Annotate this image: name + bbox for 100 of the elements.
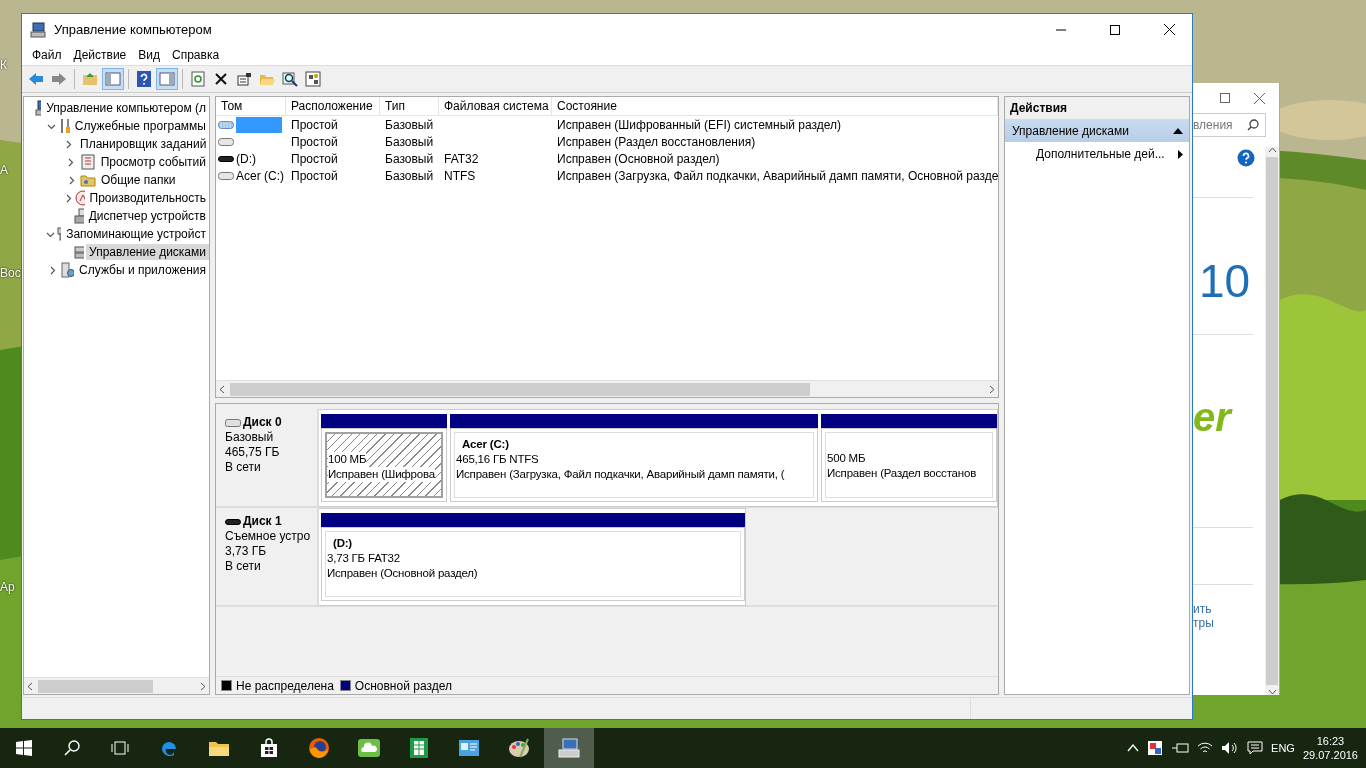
disk-status: В сети xyxy=(225,559,262,574)
tree-item[interactable]: Управление компьютером (л xyxy=(43,100,209,116)
close-icon[interactable] xyxy=(1254,92,1265,104)
drive-icon xyxy=(218,170,234,181)
windows-version-text: 10 xyxy=(1199,258,1252,304)
partition[interactable]: Acer (C:) 465,16 ГБ NTFS Исправен (Загрузка, Файл подкачки, Аварийный дамп памяти, ( xyxy=(454,432,814,498)
firefox-icon xyxy=(308,737,330,759)
magnifier-icon xyxy=(282,71,298,87)
open-folder-icon xyxy=(259,72,275,86)
selection-highlight[interactable] xyxy=(236,116,282,133)
menu-item[interactable]: Справка xyxy=(166,45,226,65)
collapsed-chevron-icon[interactable] xyxy=(64,139,73,149)
chevron-up-icon[interactable] xyxy=(1127,744,1140,752)
partition-status: Исправен (Шифрова xyxy=(328,467,435,482)
tree-item[interactable]: Служебные программы xyxy=(71,118,209,134)
settings-icon xyxy=(305,71,321,87)
scroll-up-icon[interactable] xyxy=(1267,147,1277,153)
toolbar-button[interactable] xyxy=(302,68,324,90)
maximize-icon[interactable] xyxy=(1220,93,1230,103)
table-cell[interactable]: Acer (C:) xyxy=(236,167,284,184)
disk-status: В сети xyxy=(225,460,262,475)
tree-item[interactable]: Управление дисками xyxy=(86,244,209,260)
pane-title: Действия xyxy=(1005,97,1189,119)
striped-drive-icon xyxy=(218,119,234,130)
notification-icon[interactable] xyxy=(1247,741,1264,755)
tree-item[interactable]: Общие папки xyxy=(98,172,179,188)
table-cell-text: NTFS xyxy=(443,168,477,183)
device-manager-icon xyxy=(74,208,84,224)
event-log-icon xyxy=(79,154,96,170)
search-field[interactable]: вления xyxy=(1193,113,1266,137)
help-icon xyxy=(137,71,151,87)
partition-status: Исправен (Раздел восстанов xyxy=(827,466,977,481)
paint-palette-icon xyxy=(508,737,530,759)
scrollbar[interactable] xyxy=(24,677,209,694)
help-icon[interactable] xyxy=(1237,149,1255,167)
folder-icon xyxy=(208,739,230,757)
back-arrow-icon xyxy=(28,72,44,86)
tree-item[interactable]: Диспетчер устройств xyxy=(85,208,209,224)
storage-icon xyxy=(57,226,62,242)
menu-item[interactable]: Действие xyxy=(67,45,133,65)
partition-label: (D:) xyxy=(332,536,352,551)
shopping-bag-icon xyxy=(259,738,279,758)
scrollbar[interactable] xyxy=(216,380,998,397)
scroll-down-icon[interactable] xyxy=(1267,689,1277,695)
action-pane-icon xyxy=(159,72,175,86)
computer-icon xyxy=(30,21,46,38)
link[interactable]: ить xyxy=(1193,602,1265,616)
tree-item[interactable]: Запоминающие устройст xyxy=(63,226,209,242)
table-cell[interactable]: (D:) xyxy=(236,150,256,167)
wifi-icon[interactable] xyxy=(1197,741,1214,755)
column-header[interactable]: Расположение xyxy=(286,97,380,115)
column-header[interactable]: Тип xyxy=(380,97,439,115)
action-section[interactable]: Управление дисками xyxy=(1005,119,1189,142)
menu-item[interactable]: Файл xyxy=(26,45,68,65)
removable-drive-icon xyxy=(225,516,241,527)
computer-management-icon xyxy=(558,737,580,759)
partition[interactable]: 100 МБ Исправен (Шифрова xyxy=(325,432,443,498)
drive-icon xyxy=(218,136,234,147)
link[interactable]: тры xyxy=(1193,616,1265,630)
tree-item[interactable]: Производительность xyxy=(86,190,209,206)
tree-item[interactable]: Просмотр событий xyxy=(97,154,209,170)
shield-icon[interactable] xyxy=(1147,740,1164,756)
gauge-icon xyxy=(75,190,85,206)
table-cell-text: Базовый xyxy=(384,151,435,166)
contact-card-icon xyxy=(458,739,480,757)
disk-management-icon xyxy=(74,244,85,260)
table-cell-text: Базовый xyxy=(384,168,435,183)
legend-label: Не распределена xyxy=(236,678,334,693)
partition-status: Исправен (Основной раздел) xyxy=(327,566,478,581)
collapse-caret-icon[interactable] xyxy=(1173,127,1183,134)
scrollbar[interactable] xyxy=(1265,147,1279,695)
collapsed-chevron-icon[interactable] xyxy=(64,193,73,203)
tree-item[interactable]: Планировщик заданий xyxy=(77,136,210,152)
language-indicator[interactable]: ENG xyxy=(1271,742,1295,754)
partition-status: Исправен (Загрузка, Файл подкачки, Аварийный дамп памяти, ( xyxy=(456,467,785,482)
partition-size: 500 МБ xyxy=(827,451,866,466)
disk-type: Съемное устро xyxy=(225,529,312,544)
task-view-icon xyxy=(111,741,129,755)
column-header[interactable]: Файловая система xyxy=(439,97,552,115)
search-icon xyxy=(64,740,80,756)
forward-arrow-icon xyxy=(51,72,67,86)
column-header[interactable]: Состояние xyxy=(552,97,998,115)
tree-item[interactable]: Службы и приложения xyxy=(76,262,209,278)
speaker-icon[interactable] xyxy=(1221,741,1240,755)
collapsed-chevron-icon[interactable] xyxy=(66,157,76,167)
column-header[interactable]: Том xyxy=(216,97,286,115)
table-cell-text: Исправен (Раздел восстановления) xyxy=(556,134,757,149)
clock[interactable]: 16:23 29.07.2016 xyxy=(1302,734,1358,762)
partition[interactable]: 500 МБ Исправен (Раздел восстанов xyxy=(825,432,993,498)
properties-icon xyxy=(236,72,252,86)
menu-item[interactable]: Вид xyxy=(132,45,166,65)
partition[interactable]: (D:) 3,73 ГБ FAT32 Исправен (Основной раздел) xyxy=(325,531,741,597)
action-item[interactable]: Дополнительные дей... xyxy=(1005,142,1189,166)
partition-size: 100 МБ xyxy=(328,452,367,467)
windows-logo-icon xyxy=(16,740,32,756)
logo-text: er xyxy=(1193,397,1234,437)
legend-label: Основной раздел xyxy=(354,678,452,693)
battery-icon[interactable] xyxy=(1171,742,1190,754)
maximize-icon xyxy=(1110,24,1120,35)
table-cell-text: Исправен (Загрузка, Файл подкачки, Аварийный дамп памяти, Основной разде xyxy=(556,168,998,183)
